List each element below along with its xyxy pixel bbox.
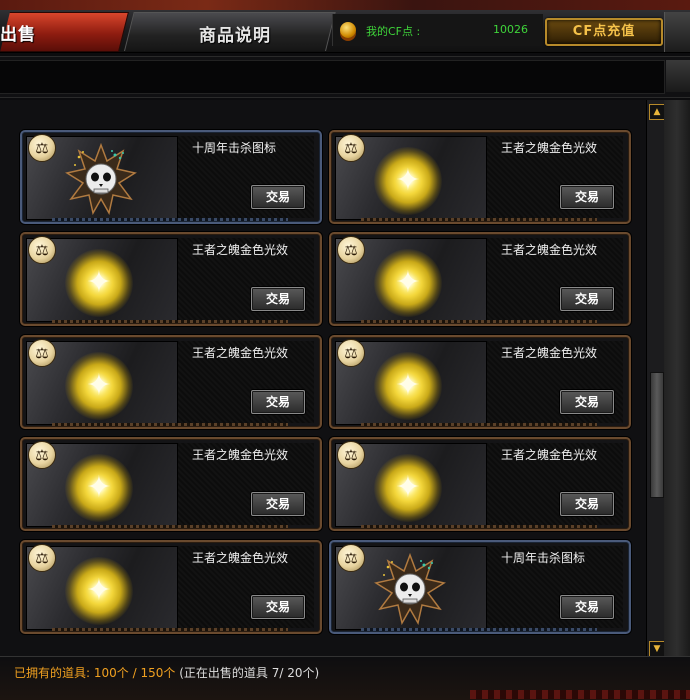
trade-button[interactable]: 交易 [560, 492, 614, 516]
trade-scale-icon: ⚖ [337, 339, 365, 367]
card-divider [361, 320, 597, 323]
trade-scale-icon: ⚖ [337, 544, 365, 572]
trade-scale-icon: ⚖ [28, 134, 56, 162]
item-card[interactable]: ⚖ 十周年击杀图标交易 [329, 540, 631, 634]
card-divider [361, 628, 597, 631]
skull-emblem-icon [65, 142, 137, 216]
tab-sell-label[interactable]: 出售 [0, 20, 40, 46]
item-name: 王者之魄金色光效 [501, 448, 598, 462]
item-name: 王者之魄金色光效 [192, 448, 289, 462]
trade-button[interactable]: 交易 [560, 185, 614, 209]
item-card[interactable]: ✦ ⚖ 王者之魄金色光效交易 [20, 232, 322, 326]
sub-bar-right-frame [666, 60, 690, 92]
trade-scale-icon: ⚖ [337, 441, 365, 469]
trade-button[interactable]: 交易 [251, 287, 305, 311]
item-name: 王者之魄金色光效 [192, 346, 289, 360]
card-divider [52, 628, 288, 631]
item-name: 十周年击杀图标 [192, 141, 277, 155]
item-card[interactable]: ✦ ⚖ 王者之魄金色光效交易 [329, 232, 631, 326]
trade-button[interactable]: 交易 [560, 287, 614, 311]
trade-scale-icon: ⚖ [28, 339, 56, 367]
footer-decor-strip [470, 690, 690, 699]
item-name: 王者之魄金色光效 [501, 346, 598, 360]
card-divider [52, 525, 288, 528]
skull-emblem-icon [374, 552, 446, 626]
glow-star-icon: ✦ [395, 368, 421, 403]
glow-star-icon: ✦ [86, 573, 112, 608]
trade-button[interactable]: 交易 [251, 492, 305, 516]
footer-status: 已拥有的道具: 100个 / 150个 (正在出售的道具 7/ 20个) [14, 664, 654, 680]
scrollbar-thumb[interactable] [650, 372, 664, 498]
card-divider [361, 218, 597, 221]
scroll-down-button[interactable]: ▼ [649, 641, 665, 657]
trade-button[interactable]: 交易 [560, 390, 614, 414]
item-card[interactable]: ✦ ⚖ 王者之魄金色光效交易 [20, 540, 322, 634]
selling-items-label: (正在出售的道具 [179, 666, 268, 680]
tab-description-label[interactable]: 商品说明 [170, 21, 300, 46]
trade-scale-icon: ⚖ [28, 441, 56, 469]
recharge-button[interactable]: CF点充值 [545, 18, 663, 46]
scroll-up-button[interactable]: ▲ [649, 104, 665, 120]
glow-star-icon: ✦ [86, 368, 112, 403]
trade-scale-icon: ⚖ [28, 236, 56, 264]
glow-star-icon: ✦ [86, 470, 112, 505]
trade-button[interactable]: 交易 [251, 390, 305, 414]
trade-button[interactable]: 交易 [560, 595, 614, 619]
glow-star-icon: ✦ [395, 470, 421, 505]
item-card[interactable]: ✦ ⚖ 王者之魄金色光效交易 [329, 130, 631, 224]
right-frame [664, 100, 690, 656]
top-right-frame [664, 12, 690, 52]
glow-star-icon: ✦ [86, 265, 112, 300]
cf-coin-icon [340, 22, 356, 38]
glow-star-icon: ✦ [395, 265, 421, 300]
owned-items-value: 100个 / 150个 [93, 666, 176, 680]
item-name: 王者之魄金色光效 [501, 243, 598, 257]
item-name: 十周年击杀图标 [501, 551, 586, 565]
trade-button[interactable]: 交易 [251, 595, 305, 619]
item-grid: ⚖ 十周年击杀图标 交易 ✦ ⚖ 王者之魄金色光效 交易 ✦ ⚖ 王者之魄金色光效 交易 ✦ ⚖ 王者之魄… [0, 100, 646, 656]
top-decor-strip [0, 0, 690, 10]
item-name: 王者之魄金色光效 [192, 243, 289, 257]
item-card[interactable]: ✦ ⚖ 王者之魄金色光效交易 [329, 335, 631, 429]
item-card[interactable]: ✦ ⚖ 王者之魄金色光效交易 [20, 335, 322, 429]
card-divider [52, 320, 288, 323]
glow-star-icon: ✦ [395, 163, 421, 198]
trade-button[interactable]: 交易 [251, 185, 305, 209]
sub-bar-panel [0, 60, 665, 94]
card-divider [361, 525, 597, 528]
cf-points-label: 我的CF点 : [366, 25, 421, 38]
card-divider [361, 423, 597, 426]
owned-items-label: 已拥有的道具: [14, 666, 91, 680]
cf-points-value: 10026 [493, 23, 528, 36]
trade-scale-icon: ⚖ [337, 236, 365, 264]
item-name: 王者之魄金色光效 [501, 141, 598, 155]
card-divider [52, 218, 288, 221]
trade-scale-icon: ⚖ [337, 134, 365, 162]
card-divider [52, 423, 288, 426]
trade-scale-icon: ⚖ [28, 544, 56, 572]
item-name: 王者之魄金色光效 [192, 551, 289, 565]
selling-items-value: 7/ 20个) [271, 666, 320, 680]
item-card[interactable]: ✦ ⚖ 王者之魄金色光效交易 [20, 437, 322, 531]
item-card[interactable]: ⚖ 十周年击杀图标交易 [20, 130, 322, 224]
item-card[interactable]: ✦ ⚖ 王者之魄金色光效交易 [329, 437, 631, 531]
